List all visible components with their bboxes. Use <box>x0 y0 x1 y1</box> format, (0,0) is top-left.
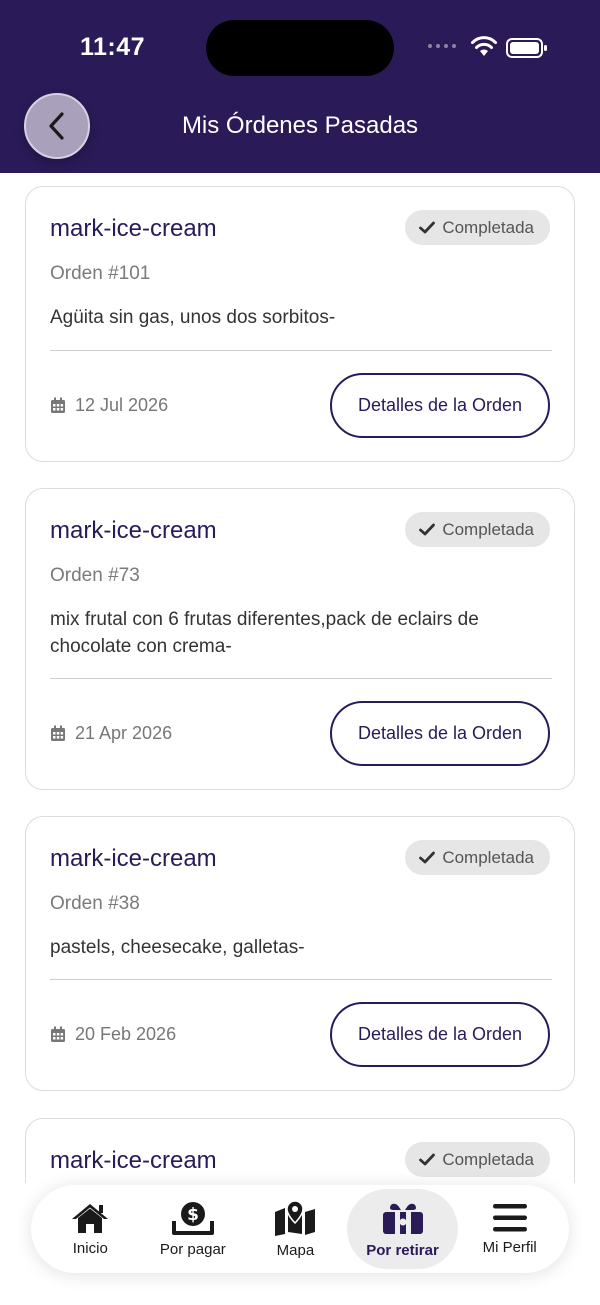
check-icon <box>419 1153 436 1166</box>
status-badge: Completada <box>405 512 550 547</box>
divider <box>50 678 552 679</box>
order-number: Orden #101 <box>50 263 151 284</box>
status-time: 11:47 <box>80 33 146 61</box>
order-date: 20 Feb 2026 <box>50 1024 176 1045</box>
tab-por-pagar[interactable]: $ Por pagar <box>142 1189 245 1269</box>
check-icon <box>419 523 436 536</box>
dynamic-island <box>206 20 394 76</box>
check-icon <box>419 851 436 864</box>
store-name: mark-ice-cream <box>50 845 217 872</box>
order-items: pastels, cheesecake, galletas- <box>50 937 305 958</box>
status-icons <box>428 34 553 62</box>
status-badge: Completada <box>405 210 550 245</box>
wifi-icon <box>471 36 497 56</box>
order-number: Orden #73 <box>50 565 140 586</box>
money-bag-icon: $ <box>171 1201 214 1235</box>
date-label: 12 Jul 2026 <box>75 395 169 415</box>
date-label: 21 Apr 2026 <box>75 723 173 743</box>
store-name: mark-ice-cream <box>50 517 217 544</box>
cellular-signal-icon <box>428 44 456 48</box>
calendar-icon <box>51 1026 65 1042</box>
order-details-button[interactable]: Detalles de la Orden <box>330 1002 550 1067</box>
order-number: Orden #38 <box>50 893 140 914</box>
svg-text:$: $ <box>187 1205 199 1225</box>
order-details-button[interactable]: Detalles de la Orden <box>330 701 550 766</box>
store-name: mark-ice-cream <box>50 215 217 242</box>
menu-icon <box>492 1203 527 1231</box>
tab-label: Por pagar <box>159 1240 226 1258</box>
map-icon <box>275 1199 316 1236</box>
battery-icon <box>506 38 547 58</box>
check-icon <box>419 221 436 234</box>
home-icon <box>72 1203 109 1233</box>
divider <box>50 350 552 351</box>
order-card: mark-ice-cream Completada <box>25 1118 575 1183</box>
order-card: mark-ice-cream Completada Orden #101 Agü… <box>25 186 575 462</box>
order-date: 12 Jul 2026 <box>50 395 168 416</box>
status-label: Completada <box>442 519 534 539</box>
status-badge: Completada <box>405 840 550 875</box>
tab-label: Por retirar <box>366 1241 439 1259</box>
tab-por-retirar[interactable]: Por retirar <box>346 1189 459 1269</box>
tab-label: Inicio <box>72 1239 108 1257</box>
gift-icon <box>382 1203 423 1234</box>
order-items: mix frutal con 6 frutas diferentes,pack … <box>50 609 479 657</box>
calendar-icon <box>51 397 65 413</box>
status-badge: Completada <box>405 1142 550 1177</box>
tab-mi-perfil[interactable]: Mi Perfil <box>458 1189 561 1269</box>
tab-label: Mi Perfil <box>482 1238 537 1256</box>
tab-mapa[interactable]: Mapa <box>244 1189 347 1269</box>
bottom-tab-bar: Inicio $ Por pagar Mapa Por retirar Mi P… <box>31 1185 569 1273</box>
order-card: mark-ice-cream Completada Orden #38 past… <box>25 816 575 1091</box>
status-label: Completada <box>442 217 534 237</box>
page-title: Mis Órdenes Pasadas <box>181 112 419 139</box>
calendar-icon <box>51 725 65 741</box>
store-name: mark-ice-cream <box>50 1147 217 1174</box>
tab-label: Mapa <box>276 1241 315 1259</box>
order-details-button[interactable]: Detalles de la Orden <box>330 373 550 438</box>
order-card: mark-ice-cream Completada Orden #73 mix … <box>25 488 575 790</box>
order-date: 21 Apr 2026 <box>50 723 172 744</box>
status-label: Completada <box>442 847 534 867</box>
tab-inicio[interactable]: Inicio <box>39 1189 142 1269</box>
date-label: 20 Feb 2026 <box>75 1024 177 1044</box>
status-label: Completada <box>442 1149 534 1169</box>
app-header: 11:47 Mis Órdenes Pasadas <box>0 0 600 173</box>
order-items: Agüita sin gas, unos dos sorbitos- <box>50 307 336 328</box>
divider <box>50 979 552 980</box>
orders-list[interactable]: mark-ice-cream Completada Orden #101 Agü… <box>0 173 600 1183</box>
